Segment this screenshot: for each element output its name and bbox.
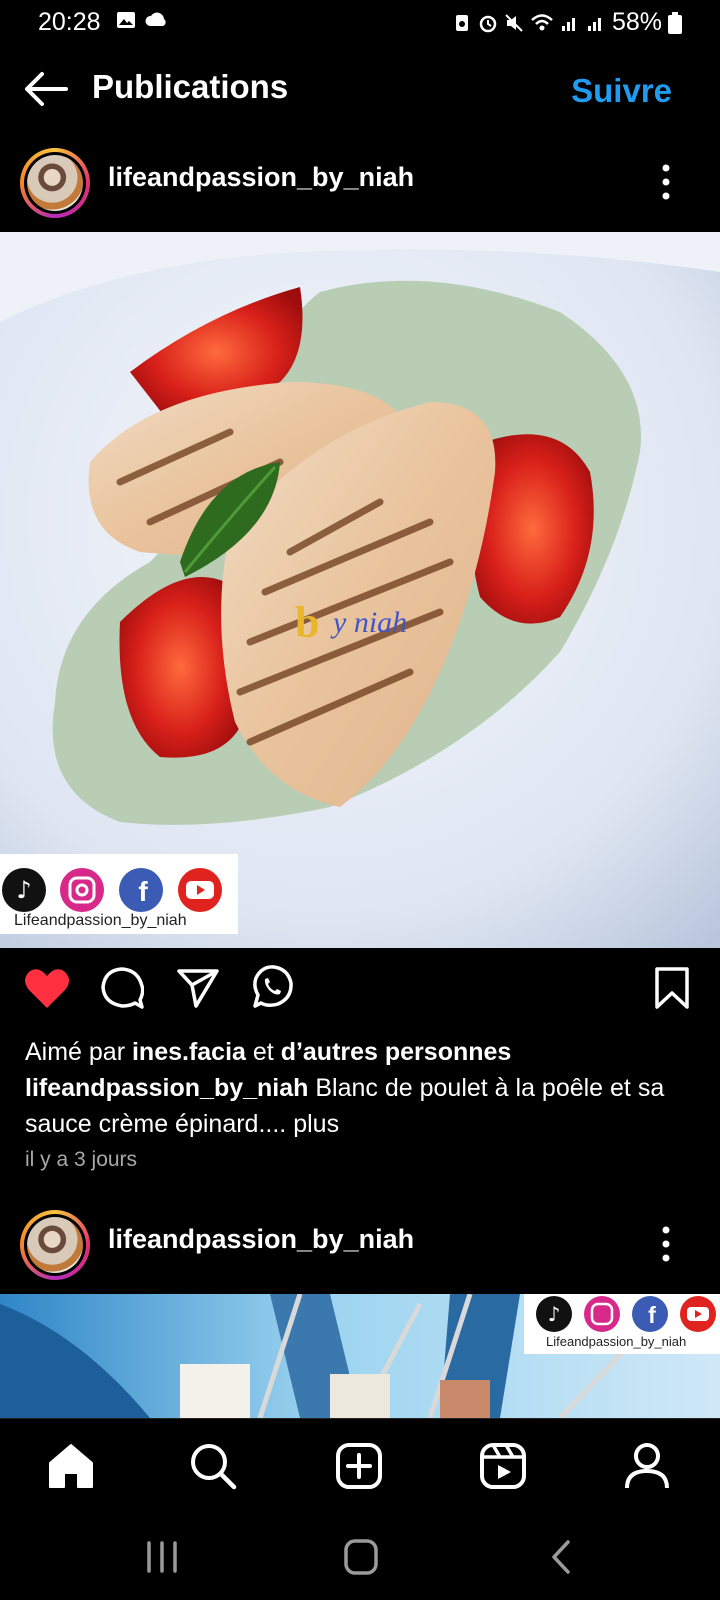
alarm-icon xyxy=(479,15,497,32)
whatsapp-icon[interactable] xyxy=(250,964,294,1010)
profile-icon[interactable] xyxy=(622,1441,672,1491)
signal-icon-2 xyxy=(587,17,601,31)
wifi-icon xyxy=(531,13,553,30)
liked-middle: et xyxy=(245,1038,281,1066)
bookmark-icon[interactable] xyxy=(654,966,690,1010)
post-actions xyxy=(0,948,720,1038)
share-icon[interactable] xyxy=(176,966,220,1010)
status-bar: 20:28 58% xyxy=(0,0,720,46)
recent-apps-icon[interactable] xyxy=(144,1540,180,1574)
more-icon[interactable] xyxy=(662,162,670,202)
page-title: Publications xyxy=(92,68,289,105)
bottom-nav xyxy=(0,1418,720,1519)
post-username-2[interactable]: lifeandpassion_by_niah xyxy=(108,1224,414,1255)
social-badge-text: Lifeandpassion_by_niah xyxy=(14,912,187,929)
post-image-2[interactable]: ♪ f Lifeandpassion_by_niah xyxy=(0,1294,720,1418)
heart-icon[interactable] xyxy=(24,968,70,1010)
cloud-icon xyxy=(145,12,166,26)
home-button-icon[interactable] xyxy=(343,1538,379,1576)
mute-icon xyxy=(505,13,523,32)
comment-icon[interactable] xyxy=(100,966,144,1010)
svg-text:♪: ♪ xyxy=(16,876,31,904)
back-button-icon[interactable] xyxy=(548,1538,574,1576)
back-arrow-icon[interactable] xyxy=(22,68,70,110)
post-username[interactable]: lifeandpassion_by_niah xyxy=(108,162,414,193)
gallery-icon xyxy=(117,12,135,28)
svg-text:♪: ♪ xyxy=(548,1302,561,1326)
svg-text:f: f xyxy=(648,1302,656,1328)
more-icon-2[interactable] xyxy=(662,1224,670,1264)
post-header-2: lifeandpassion_by_niah xyxy=(0,1198,720,1290)
system-nav-bar xyxy=(0,1518,720,1600)
post-image[interactable]: b y niah ♪ f Lifeandpassion_by_niah xyxy=(0,232,720,948)
watermark: y niah xyxy=(330,606,407,639)
svg-text:f: f xyxy=(138,876,148,907)
battery-icon xyxy=(668,11,682,34)
liked-prefix: Aimé par xyxy=(25,1038,132,1066)
liked-others[interactable]: d’autres personnes xyxy=(281,1038,512,1066)
top-header: Publications Suivre xyxy=(0,46,720,136)
battery-saver-icon xyxy=(455,14,468,31)
social-badge-2: ♪ f Lifeandpassion_by_niah xyxy=(524,1294,720,1354)
home-icon[interactable] xyxy=(46,1441,96,1491)
add-icon[interactable] xyxy=(334,1441,384,1491)
caption-username[interactable]: lifeandpassion_by_niah xyxy=(25,1074,308,1102)
liked-user[interactable]: ines.facia xyxy=(132,1038,246,1066)
avatar-2[interactable] xyxy=(20,1210,90,1280)
post-header: lifeandpassion_by_niah xyxy=(0,136,720,228)
likes-line: Aimé par ines.facia et d’autres personne… xyxy=(25,1034,705,1070)
follow-button[interactable]: Suivre xyxy=(571,72,672,110)
signal-icon xyxy=(561,17,575,31)
social-badge: ♪ f Lifeandpassion_by_niah xyxy=(0,854,238,934)
status-time: 20:28 xyxy=(38,8,101,36)
post-caption: lifeandpassion_by_niah Blanc de poulet à… xyxy=(25,1070,705,1142)
reels-icon[interactable] xyxy=(478,1441,528,1491)
post-timestamp: il y a 3 jours xyxy=(25,1148,138,1171)
battery-level: 58% xyxy=(611,8,662,36)
avatar[interactable] xyxy=(20,148,90,218)
food-photo: b y niah xyxy=(0,232,720,948)
caption-more-link[interactable]: plus xyxy=(293,1110,339,1138)
watermark-b: b xyxy=(295,598,319,647)
social-badge-text-2: Lifeandpassion_by_niah xyxy=(546,1334,687,1349)
search-icon[interactable] xyxy=(188,1441,238,1491)
